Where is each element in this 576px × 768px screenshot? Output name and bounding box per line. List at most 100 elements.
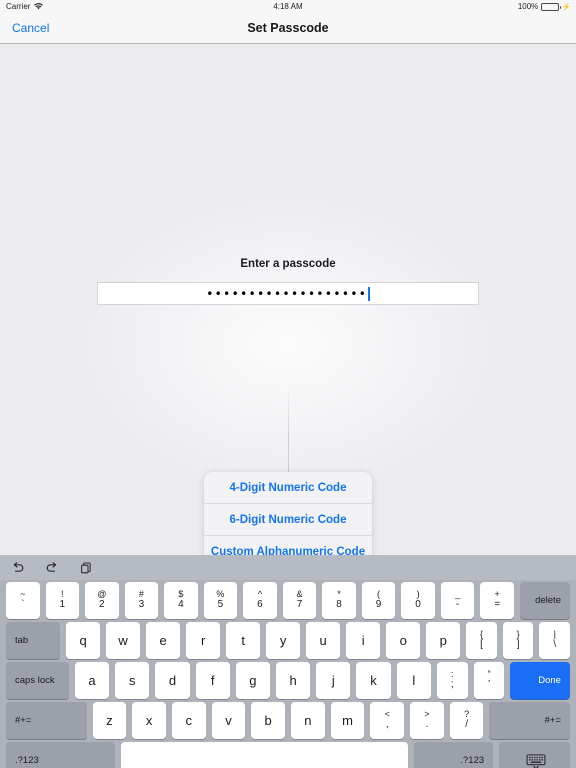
key-paren-close-0[interactable]: ) 0 [401, 582, 435, 619]
key-g[interactable]: g [235, 662, 270, 699]
popover-connector-line [288, 384, 289, 474]
key-q[interactable]: q [66, 622, 101, 659]
tab-key[interactable]: tab [6, 622, 61, 659]
key-l[interactable]: l [396, 662, 431, 699]
numeric-right-key[interactable]: .?123 [414, 742, 494, 768]
key-underscore-hyphen-base-label: - [455, 599, 460, 611]
key-brace-bracket-close-base-label: ] [516, 639, 520, 651]
key-u[interactable]: u [306, 622, 341, 659]
key-v[interactable]: v [211, 702, 246, 739]
key-brace-bracket-open-shift-label: { [480, 629, 484, 640]
key-z[interactable]: z [92, 702, 127, 739]
key-j[interactable]: j [316, 662, 351, 699]
key-p-label: p [439, 633, 447, 648]
undo-icon[interactable] [10, 560, 26, 576]
hide-keyboard-key[interactable] [499, 742, 570, 768]
key-dollar-4-base-label: 4 [178, 599, 184, 611]
key-lt-comma[interactable]: <, [370, 702, 405, 739]
key-underscore-hyphen[interactable]: _ - [440, 582, 475, 619]
key-underscore-hyphen-labels: _ - [455, 589, 461, 611]
key-w[interactable]: w [106, 622, 141, 659]
key-s[interactable]: s [115, 662, 150, 699]
key-c[interactable]: c [171, 702, 206, 739]
key-percent-5[interactable]: % 5 [203, 582, 238, 619]
key-underscore-hyphen-shift-label: _ [455, 589, 461, 600]
key-y[interactable]: y [266, 622, 301, 659]
key-hash-3[interactable]: #3 [124, 582, 159, 619]
numeric-left-key[interactable]: .?123 [6, 742, 115, 768]
key-caret-6[interactable]: ^ 6 [243, 582, 277, 619]
key-t-label: t [241, 633, 245, 648]
key-b-label: b [264, 713, 272, 728]
key-caret-6-labels: ^ 6 [257, 589, 263, 611]
shift-left-key[interactable]: #+= [6, 702, 87, 739]
key-f[interactable]: f [195, 662, 230, 699]
key-lt-comma-shift-label: < [384, 709, 390, 720]
keyboard-toolbar [0, 555, 576, 580]
caps-lock-key-label: caps lock [15, 675, 55, 686]
key-asterisk-8-base-label: 8 [336, 599, 342, 611]
key-h[interactable]: h [276, 662, 311, 699]
key-exclaim-1[interactable]: ! 1 [45, 582, 80, 619]
key-ampersand-7-shift-label: & [296, 589, 303, 600]
navigation-bar: Cancel Set Passcode [0, 13, 576, 44]
key-x[interactable]: x [132, 702, 166, 739]
key-question-slash-base-label: / [465, 719, 468, 731]
key-pipe-backslash[interactable]: | \ [539, 622, 571, 659]
key-dollar-4[interactable]: $4 [164, 582, 198, 619]
key-m[interactable]: m [330, 702, 365, 739]
key-gt-period-labels: >. [424, 709, 429, 731]
paste-icon[interactable] [78, 560, 94, 576]
key-caret-6-shift-label: ^ [257, 589, 263, 600]
popover-item-custom-alphanumeric[interactable]: Custom Alphanumeric Code [204, 536, 372, 555]
key-h-label: h [289, 673, 297, 688]
key-w-label: w [118, 633, 128, 648]
redo-icon[interactable] [44, 560, 60, 576]
key-tilde-backtick[interactable]: ~ ` [6, 582, 40, 619]
key-brace-bracket-open[interactable]: {[ [466, 622, 497, 659]
key-a[interactable]: a [74, 662, 110, 699]
key-hash-3-labels: #3 [138, 589, 145, 611]
key-v-label: v [225, 713, 232, 728]
key-o[interactable]: o [386, 622, 421, 659]
caps-lock-key[interactable]: caps lock [6, 662, 69, 699]
key-n-label: n [304, 713, 312, 728]
key-ampersand-7-labels: & 7 [296, 589, 303, 611]
key-e[interactable]: e [146, 622, 181, 659]
key-plus-equals[interactable]: + = [480, 582, 514, 619]
shift-right-key[interactable]: #+= [489, 702, 571, 739]
key-question-slash[interactable]: ? / [449, 702, 484, 739]
key-i-label: i [361, 633, 365, 648]
popover-item-6-digit[interactable]: 6-Digit Numeric Code [204, 504, 372, 536]
key-b[interactable]: b [251, 702, 286, 739]
key-i[interactable]: i [346, 622, 381, 659]
delete-key[interactable]: delete [519, 582, 570, 619]
content-area: Enter a passcode ••••••••••••••••••• 4-D… [0, 44, 576, 555]
key-brace-bracket-close[interactable]: }] [502, 622, 534, 659]
key-x-label: x [145, 713, 153, 728]
key-k[interactable]: k [356, 662, 391, 699]
key-hash-3-base-label: 3 [138, 599, 145, 611]
key-percent-5-shift-label: % [216, 589, 225, 600]
key-quote-apostrophe[interactable]: ”’ [473, 662, 505, 699]
key-at-2[interactable]: @2 [85, 582, 119, 619]
key-d[interactable]: d [155, 662, 190, 699]
key-p[interactable]: p [426, 622, 461, 659]
key-paren-open-9[interactable]: (9 [361, 582, 396, 619]
key-ampersand-7[interactable]: & 7 [282, 582, 317, 619]
key-asterisk-8[interactable]: * 8 [322, 582, 356, 619]
space-key[interactable] [120, 742, 409, 768]
key-r[interactable]: r [186, 622, 221, 659]
key-gt-period[interactable]: >. [410, 702, 444, 739]
key-plus-equals-labels: + = [494, 589, 500, 611]
key-colon-semicolon[interactable]: :; [436, 662, 468, 699]
passcode-input[interactable]: ••••••••••••••••••• [97, 282, 479, 305]
key-ampersand-7-base-label: 7 [296, 599, 303, 611]
key-pipe-backslash-base-label: \ [553, 639, 557, 651]
done-key[interactable]: Done [510, 662, 570, 699]
popover-item-4-digit[interactable]: 4-Digit Numeric Code [204, 472, 372, 504]
key-n[interactable]: n [291, 702, 325, 739]
key-hash-3-shift-label: # [138, 589, 144, 600]
key-t[interactable]: t [226, 622, 261, 659]
charging-bolt-icon: ⚡ [562, 3, 571, 11]
